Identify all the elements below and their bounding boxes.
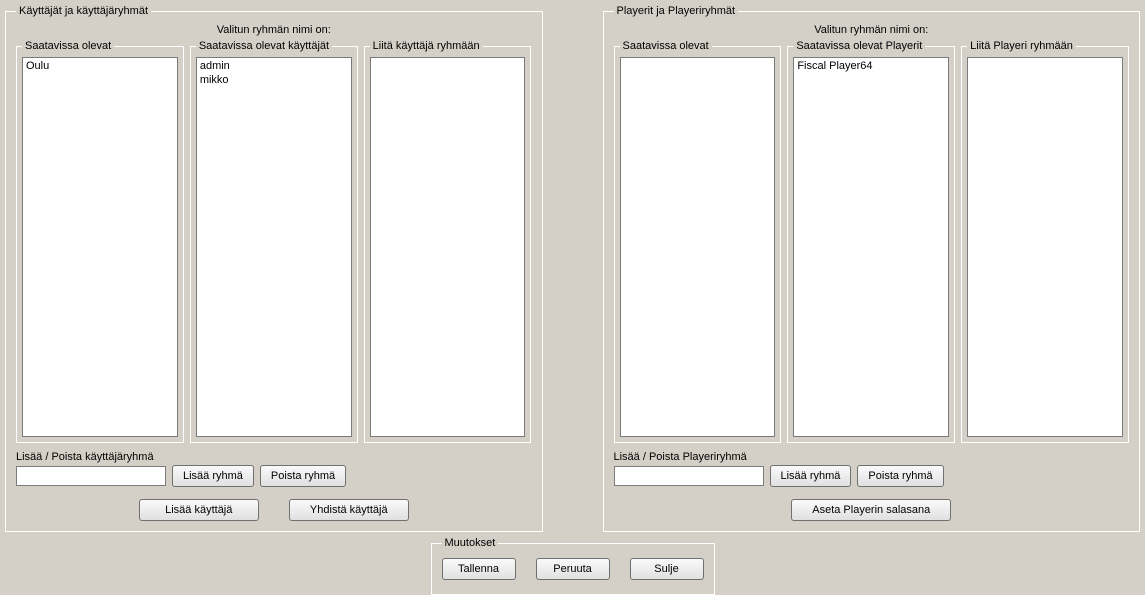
players-selected-group-label: Valitun ryhmän nimi on: [614, 24, 1130, 36]
merge-user-button[interactable]: Yhdistä käyttäjä [289, 499, 409, 521]
attach-player-legend: Liitä Playeri ryhmään [967, 40, 1076, 52]
users-groups-legend: Käyttäjät ja käyttäjäryhmät [16, 5, 151, 17]
remove-user-group-button[interactable]: Poista ryhmä [260, 465, 346, 487]
attach-player-box: Liitä Playeri ryhmään [961, 40, 1129, 443]
users-groups-panel: Käyttäjät ja käyttäjäryhmät Valitun ryhm… [5, 5, 543, 532]
attach-player-list[interactable] [967, 57, 1123, 437]
players-groups-panel: Playerit ja Playeriryhmät Valitun ryhmän… [603, 5, 1141, 532]
available-players-legend: Saatavissa olevat Playerit [793, 40, 925, 52]
available-users-box: Saatavissa olevat käyttäjät adminmikko [190, 40, 358, 443]
available-user-groups-legend: Saatavissa olevat [22, 40, 114, 52]
player-group-addremove-label: Lisää / Poista Playeriryhmä [614, 451, 1130, 463]
available-player-groups-list[interactable] [620, 57, 776, 437]
available-player-groups-legend: Saatavissa olevat [620, 40, 712, 52]
available-player-groups-box: Saatavissa olevat [614, 40, 782, 443]
attach-user-legend: Liitä käyttäjä ryhmään [370, 40, 483, 52]
users-selected-group-label: Valitun ryhmän nimi on: [16, 24, 532, 36]
user-group-addremove-label: Lisää / Poista käyttäjäryhmä [16, 451, 532, 463]
available-user-groups-list[interactable]: Oulu [22, 57, 178, 437]
available-players-list[interactable]: Fiscal Player64 [793, 57, 949, 437]
attach-user-list[interactable] [370, 57, 526, 437]
list-item[interactable]: Fiscal Player64 [796, 59, 946, 73]
list-item[interactable]: mikko [199, 73, 349, 87]
list-item[interactable]: Oulu [25, 59, 175, 73]
list-item[interactable]: admin [199, 59, 349, 73]
available-users-list[interactable]: adminmikko [196, 57, 352, 437]
changes-legend: Muutokset [442, 537, 499, 549]
attach-user-box: Liitä käyttäjä ryhmään [364, 40, 532, 443]
player-group-name-input[interactable] [614, 466, 764, 486]
available-players-box: Saatavissa olevat Playerit Fiscal Player… [787, 40, 955, 443]
available-users-legend: Saatavissa olevat käyttäjät [196, 40, 332, 52]
add-user-button[interactable]: Lisää käyttäjä [139, 499, 259, 521]
available-user-groups-box: Saatavissa olevat Oulu [16, 40, 184, 443]
user-group-name-input[interactable] [16, 466, 166, 486]
remove-player-group-button[interactable]: Poista ryhmä [857, 465, 943, 487]
players-groups-legend: Playerit ja Playeriryhmät [614, 5, 739, 17]
set-player-password-button[interactable]: Aseta Playerin salasana [791, 499, 951, 521]
changes-panel: Muutokset Tallenna Peruuta Sulje [431, 537, 715, 595]
add-player-group-button[interactable]: Lisää ryhmä [770, 465, 852, 487]
add-user-group-button[interactable]: Lisää ryhmä [172, 465, 254, 487]
